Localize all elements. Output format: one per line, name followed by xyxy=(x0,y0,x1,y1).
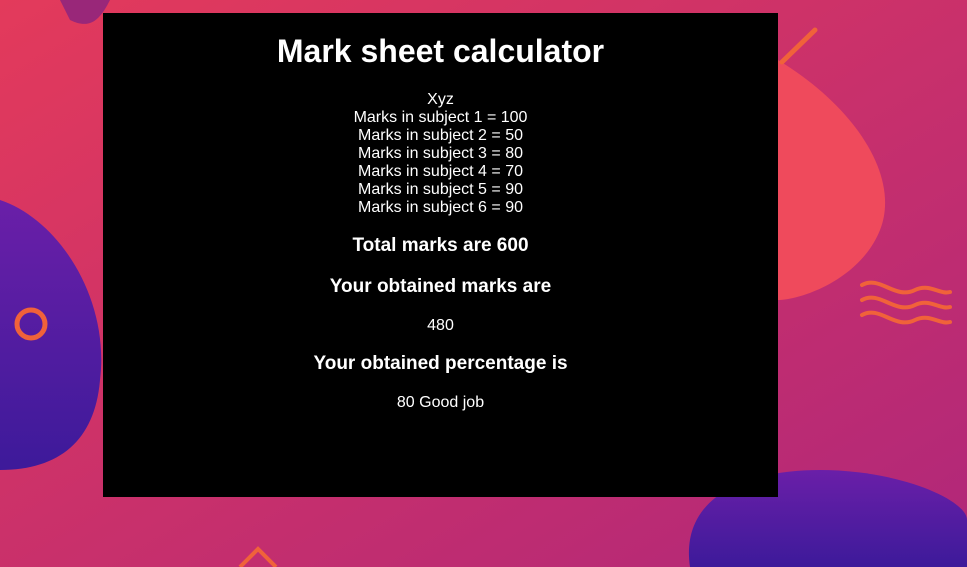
subject-marks-4: Marks in subject 4 = 70 xyxy=(358,163,523,180)
subject-marks-6: Marks in subject 6 = 90 xyxy=(358,199,523,216)
student-name: Xyz xyxy=(427,91,454,108)
obtained-marks-value: 480 xyxy=(427,317,454,334)
subject-marks-5: Marks in subject 5 = 90 xyxy=(358,181,523,198)
mark-sheet-panel: Mark sheet calculator Xyz Marks in subje… xyxy=(103,13,778,497)
subject-marks-3: Marks in subject 3 = 80 xyxy=(358,145,523,162)
total-marks-heading: Total marks are 600 xyxy=(352,235,529,256)
obtained-marks-heading: Your obtained marks are xyxy=(329,276,552,297)
marks-info: Xyz Marks in subject 1 = 100 Marks in su… xyxy=(103,91,778,217)
subject-marks-2: Marks in subject 2 = 50 xyxy=(358,127,523,144)
page-title: Mark sheet calculator xyxy=(276,33,605,69)
subject-marks-1: Marks in subject 1 = 100 xyxy=(353,109,528,126)
percentage-value: 80 Good job xyxy=(396,394,485,411)
percentage-heading: Your obtained percentage is xyxy=(313,353,568,374)
